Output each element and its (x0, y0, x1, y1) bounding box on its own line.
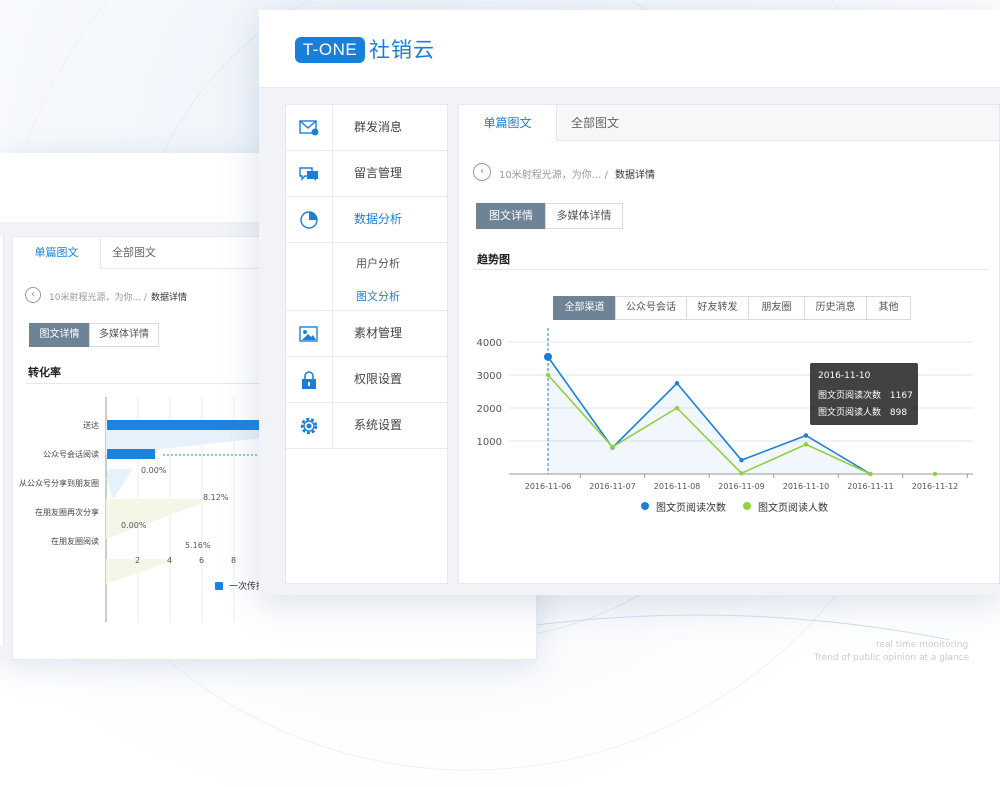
x-tick-label: 2016-11-09 (718, 482, 765, 491)
bar-label: 送达 (83, 421, 99, 430)
legend-marker-readers (743, 502, 751, 510)
bar-delivered (107, 420, 267, 430)
data-point (674, 405, 680, 411)
bar-session-reads (107, 449, 155, 459)
funnel-shade (106, 499, 213, 539)
footer-line-1: real time monitoring (876, 640, 969, 650)
x-tick: 6 (199, 556, 205, 565)
data-point (803, 433, 809, 438)
funnel-shade (106, 469, 133, 499)
percent-label: 5.16% (185, 541, 211, 550)
tooltip-value: 1167 (889, 391, 913, 401)
x-tick-label: 2016-11-11 (847, 482, 894, 491)
y-tick-label: 1000 (477, 437, 502, 448)
data-point (545, 372, 551, 378)
bar-label: 在朋友圈阅读 (51, 537, 99, 546)
x-tick: 8 (231, 556, 237, 565)
bar-label: 公众号会话阅读 (43, 450, 99, 459)
data-point (739, 471, 744, 476)
data-point (868, 471, 873, 477)
x-tick: 4 (167, 556, 173, 565)
bar-label: 从公众号分享到朋友圈 (19, 479, 99, 488)
x-tick-label: 2016-11-07 (589, 482, 636, 491)
data-point (803, 442, 809, 447)
legend-label-reads: 图文页阅读次数 (656, 503, 726, 514)
data-point (932, 471, 938, 477)
percent-label: 0.00% (121, 521, 147, 530)
tooltip-value: 898 (889, 408, 908, 418)
x-tick-label: 2016-11-06 (525, 482, 572, 491)
legend-marker-reads (641, 502, 649, 510)
x-tick-label: 2016-11-08 (654, 482, 701, 491)
bar-label: 在朋友圈再次分享 (35, 508, 99, 517)
footer-line-2: Trend of public opinion at a glance (814, 653, 970, 663)
tooltip-row: 图文页阅读次数 1167 (818, 388, 913, 401)
y-tick-label: 4000 (477, 338, 502, 349)
legend-marker (215, 582, 223, 590)
percent-label: 0.00% (141, 466, 167, 475)
chart-tooltip: 2016-11-10 图文页阅读次数 1167 图文页阅读人数 898 (810, 363, 918, 425)
data-point (674, 381, 680, 386)
y-tick-label: 2000 (477, 404, 502, 415)
back-sidebar-edge (0, 236, 4, 646)
data-point (610, 444, 615, 450)
data-point (544, 352, 552, 361)
x-tick-label: 2016-11-12 (912, 482, 959, 491)
percent-label: 8.12% (203, 493, 229, 502)
x-tick: 2 (135, 556, 141, 565)
trend-chart: 4000 3000 2000 1000 2016-11-06 2016-11-07 2016… (477, 328, 973, 491)
y-tick-label: 3000 (477, 371, 502, 382)
tooltip-label: 图文页阅读次数 (818, 391, 882, 401)
front-window: T-ONE 社销云 群发消息 留言管理 数据分析 用户分析 图文分析 素材管理 … (259, 10, 1000, 595)
data-point (739, 457, 744, 463)
legend-label-readers: 图文页阅读人数 (758, 503, 828, 514)
tooltip-label: 图文页阅读人数 (818, 408, 882, 418)
tooltip-row: 图文页阅读人数 898 (818, 405, 907, 418)
x-tick-label: 2016-11-10 (783, 482, 830, 491)
tooltip-date: 2016-11-10 (818, 371, 871, 381)
